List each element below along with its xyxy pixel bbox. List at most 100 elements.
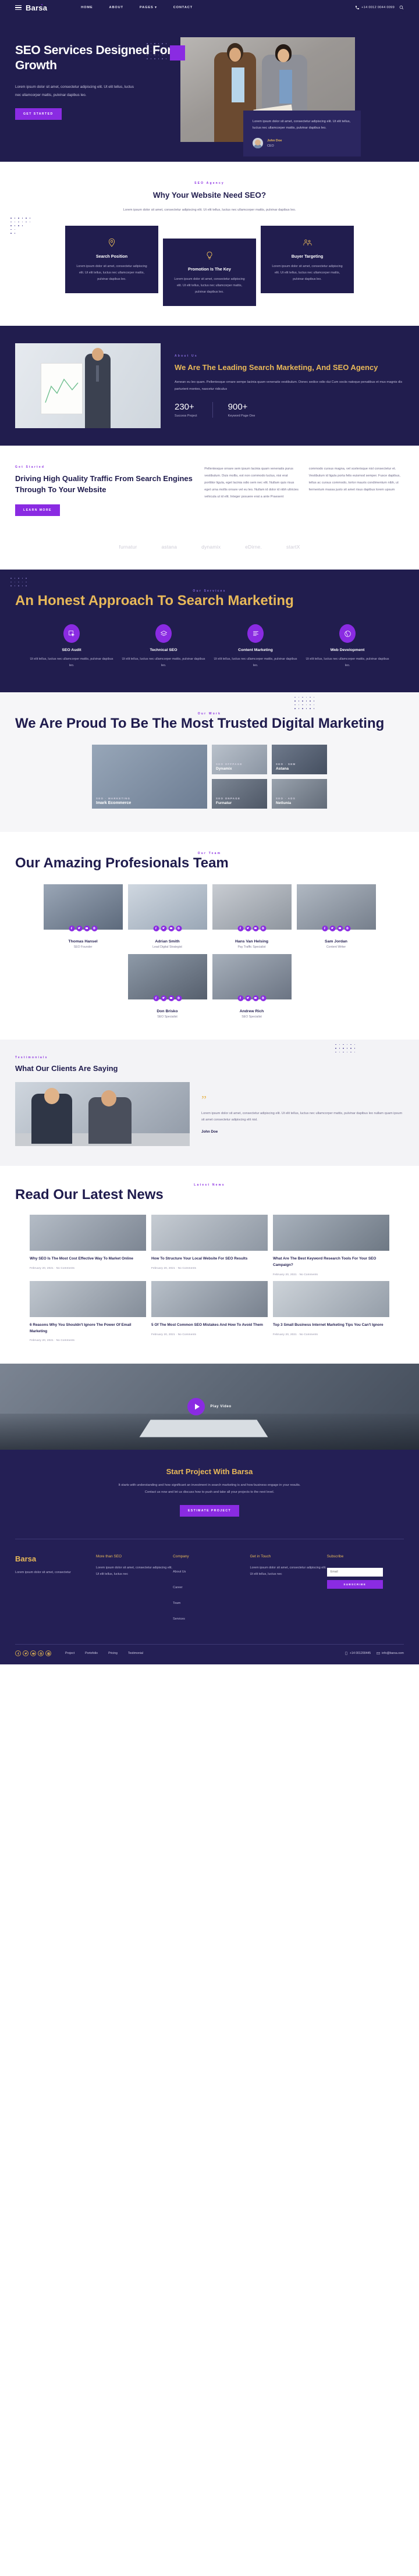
- why-card[interactable]: Buyer Targeting Lorem ipsum dolor sit am…: [261, 225, 354, 294]
- blog-post-title[interactable]: What Are The Best Keyword Research Tools…: [273, 1256, 389, 1269]
- service-item[interactable]: Web Development Ut elit tellus, luctus n…: [304, 624, 391, 669]
- portfolio-item[interactable]: SEO · ADS Netlunia: [272, 778, 327, 809]
- why-card[interactable]: Promotion Is The Key Lorem ipsum dolor s…: [163, 238, 256, 307]
- driving-column-1: Pellentesque ornare sem ipsum lacinia qu…: [204, 467, 299, 499]
- service-item[interactable]: SEO Audit Ut elit tellus, luctus nec ull…: [28, 624, 115, 669]
- why-card-text: Lorem ipsum dolor sit amet, consectetur …: [76, 264, 147, 281]
- blog-post[interactable]: Top 3 Small Business Internet Marketing …: [273, 1280, 389, 1342]
- blog-post[interactable]: Why SEO Is The Most Cost Effective Way T…: [30, 1214, 146, 1276]
- youtube-icon[interactable]: [168, 995, 174, 1001]
- testimonial-photo: [15, 1081, 190, 1146]
- team-member-name: Thomas Hansel: [68, 939, 98, 944]
- footer-link-career[interactable]: Career: [173, 1586, 182, 1589]
- about-title: We Are The Leading Search Marketing, And…: [175, 362, 378, 372]
- team-member[interactable]: Hans Van Helsing Pay Traffic Specialist: [212, 884, 292, 949]
- blog-post[interactable]: What Are The Best Keyword Research Tools…: [273, 1214, 389, 1276]
- footer-link-pricing[interactable]: Pricing: [108, 1652, 118, 1655]
- blog-post[interactable]: 5 Of The Most Common SEO Mistakes And Ho…: [151, 1280, 268, 1342]
- nav-item-home[interactable]: HOME: [81, 6, 93, 9]
- facebook-icon[interactable]: [237, 925, 243, 931]
- youtube-icon[interactable]: [30, 1650, 36, 1657]
- driving-cta-button[interactable]: LEARN MORE: [15, 504, 60, 517]
- team-member[interactable]: Sam Jordan Content Writer: [296, 884, 376, 949]
- portfolio-item[interactable]: SEO · MARKETING Imark Ecommerce: [92, 744, 207, 809]
- team-member[interactable]: Andrew Rich SEO Specialist: [212, 953, 292, 1019]
- service-item[interactable]: Content Marketing Ut elit tellus, luctus…: [212, 624, 299, 669]
- search-icon[interactable]: [399, 5, 404, 10]
- facebook-icon[interactable]: [69, 925, 74, 931]
- instagram-icon[interactable]: [45, 1650, 51, 1657]
- whiteboard-chart-icon: [45, 379, 79, 403]
- service-text: Ut elit tellus, luctus nec ullamcorper m…: [30, 657, 113, 668]
- brand-logo-text: Barsa: [26, 3, 48, 12]
- pinterest-icon[interactable]: [345, 925, 350, 931]
- team-social-links: [237, 995, 266, 1001]
- facebook-icon[interactable]: [15, 1650, 21, 1657]
- youtube-icon[interactable]: [337, 925, 343, 931]
- footer-link-portofolio[interactable]: Portofolio: [85, 1652, 98, 1655]
- work-dot-pattern: [294, 696, 314, 709]
- twitter-icon[interactable]: [245, 925, 251, 931]
- blog-post-title[interactable]: 6 Reasons Why You Shouldn't Ignore The P…: [30, 1322, 146, 1335]
- youtube-icon[interactable]: [168, 925, 174, 931]
- nav-item-contact[interactable]: CONTACT: [173, 6, 193, 9]
- twitter-icon[interactable]: [23, 1650, 29, 1657]
- footer-link-about-us[interactable]: About Us: [173, 1570, 186, 1574]
- estimate-project-button[interactable]: ESTIMATE PROJECT: [179, 1505, 240, 1517]
- twitter-icon[interactable]: [329, 925, 335, 931]
- portfolio-item[interactable]: SEO ONPAGE Furnatur: [212, 778, 267, 809]
- service-item[interactable]: Technical SEO Ut elit tellus, luctus nec…: [120, 624, 207, 669]
- blog-post[interactable]: 6 Reasons Why You Shouldn't Ignore The P…: [30, 1280, 146, 1342]
- twitter-icon[interactable]: [245, 995, 251, 1001]
- team-member[interactable]: Adrian Smith Lead Digital Strategist: [127, 884, 207, 949]
- play-icon[interactable]: [187, 1398, 205, 1416]
- blog-post-title[interactable]: Top 3 Small Business Internet Marketing …: [273, 1322, 389, 1329]
- twitter-icon[interactable]: [161, 995, 166, 1001]
- team-member[interactable]: Don Brisko SEO Specialist: [127, 953, 207, 1019]
- facebook-icon[interactable]: [153, 925, 159, 931]
- portfolio-category: SEO · SEM: [276, 762, 296, 766]
- hamburger-icon[interactable]: [15, 5, 22, 10]
- facebook-icon[interactable]: [153, 995, 159, 1001]
- pinterest-icon[interactable]: [260, 925, 266, 931]
- why-dot-pattern: [10, 218, 30, 234]
- blog-post-title[interactable]: 5 Of The Most Common SEO Mistakes And Ho…: [151, 1322, 268, 1329]
- twitter-icon[interactable]: [76, 925, 82, 931]
- why-card[interactable]: Search Position Lorem ipsum dolor sit am…: [65, 225, 158, 294]
- nav-item-pages[interactable]: PAGES ▾: [140, 6, 157, 9]
- youtube-icon[interactable]: [84, 925, 90, 931]
- youtube-icon[interactable]: [253, 995, 258, 1001]
- facebook-icon[interactable]: [322, 925, 328, 931]
- footer-email[interactable]: info@barsa.xom: [377, 1652, 404, 1655]
- pinterest-icon[interactable]: [176, 995, 182, 1001]
- subscribe-email-input[interactable]: [326, 1567, 383, 1577]
- team-member[interactable]: Thomas Hansel SEO Founder: [43, 884, 123, 949]
- pinterest-icon[interactable]: [176, 925, 182, 931]
- blog-post-title[interactable]: How To Structure Your Local Website For …: [151, 1256, 268, 1262]
- hero-cta-button[interactable]: GET STARTED: [15, 108, 62, 120]
- pinterest-icon[interactable]: [260, 995, 266, 1001]
- portfolio-item[interactable]: SEO OFFPAGE Dynamix: [212, 744, 267, 774]
- testimonial-eyebrow: Testimonials: [15, 1055, 48, 1059]
- portfolio-item[interactable]: SEO · SEM Astana: [272, 744, 327, 774]
- play-video-button[interactable]: Play Video: [187, 1398, 231, 1416]
- testimonial-dot-pattern: [335, 1044, 355, 1053]
- header-phone[interactable]: +14 0012 0044 0099: [355, 5, 395, 10]
- brand-logo[interactable]: Barsa: [26, 3, 47, 12]
- portfolio-category: SEO · ADS: [276, 796, 296, 800]
- subscribe-button[interactable]: SUBSCRIBE: [326, 1579, 383, 1589]
- hero-section: SEO Services Designed For Growth Lorem i…: [0, 15, 419, 162]
- twitter-icon[interactable]: [161, 925, 166, 931]
- footer-link-team[interactable]: Team: [173, 1602, 180, 1605]
- nav-item-about[interactable]: ABOUT: [109, 6, 123, 9]
- pinterest-icon[interactable]: [38, 1650, 44, 1657]
- footer-link-testimonial[interactable]: Testimonial: [128, 1652, 143, 1655]
- footer-link-services[interactable]: Services: [173, 1617, 185, 1621]
- blog-post-title[interactable]: Why SEO Is The Most Cost Effective Way T…: [30, 1256, 146, 1262]
- footer-link-project[interactable]: Project: [65, 1652, 74, 1655]
- facebook-icon[interactable]: [237, 995, 243, 1001]
- pinterest-icon[interactable]: [91, 925, 97, 931]
- blog-post[interactable]: How To Structure Your Local Website For …: [151, 1214, 268, 1276]
- youtube-icon[interactable]: [253, 925, 258, 931]
- footer-phone[interactable]: +14 001200445: [345, 1652, 371, 1655]
